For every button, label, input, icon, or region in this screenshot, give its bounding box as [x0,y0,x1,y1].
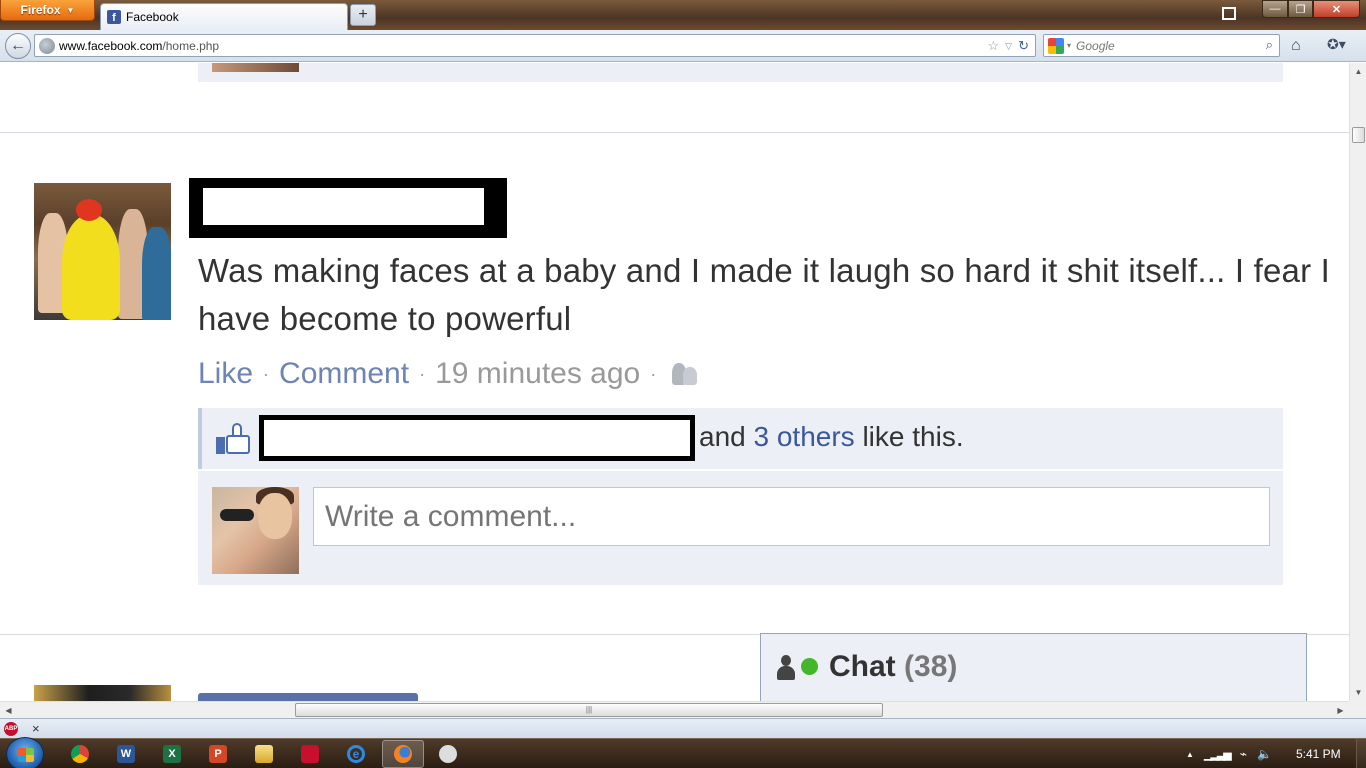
redacted-liker-name [259,415,695,461]
site-identity-globe-icon[interactable] [39,37,55,54]
tab-facebook[interactable]: f Facebook [100,3,348,30]
post-actions: Like · Comment · 19 minutes ago · [198,354,700,394]
comment-input[interactable] [313,487,1270,546]
addon-bar: ABP × [0,718,1366,738]
action-separator: · [650,363,657,384]
vertical-scrollbar[interactable]: ▲ ▼ [1349,63,1366,701]
action-separator: · [419,363,426,384]
next-post-author-name[interactable] [198,685,428,701]
chat-label: Chat (38) [829,650,957,684]
maximize-button[interactable]: ❐ [1288,0,1313,18]
comment-composer [198,471,1283,585]
comment-link[interactable]: Comment [279,357,409,391]
like-link[interactable]: Like [198,357,253,391]
close-icon[interactable]: × [32,721,40,736]
search-engine-icon[interactable] [1048,37,1064,54]
chevron-down-icon: ▼ [66,5,75,15]
tab-title: Facebook [126,10,179,24]
new-tab-button[interactable]: + [350,4,376,26]
navigation-toolbar: ← www.facebook.com /home.php ☆ ▽ ↻ ▾ Goo… [0,30,1366,62]
chat-sidebar-tab[interactable]: Chat (38) [760,633,1307,701]
tray-expand-icon[interactable]: ▲ [1186,750,1194,759]
previous-comment-avatar[interactable] [212,63,299,72]
minimize-button[interactable]: — [1262,0,1288,18]
photo-person [142,227,171,320]
adblock-plus-icon[interactable]: ABP [4,721,18,736]
volume-icon[interactable]: 🔈 [1257,747,1272,761]
screen: Firefox ▼ f Facebook + — ❐ ✕ ← www.faceb… [0,0,1366,768]
adobe-reader-icon[interactable] [298,743,322,765]
close-button[interactable]: ✕ [1313,0,1360,18]
post-message: Was making faces at a baby and I made it… [198,252,1331,337]
network-signal-icon[interactable]: ▁▂▃▅ [1204,748,1232,761]
scroll-down-icon[interactable]: ▼ [1350,684,1366,701]
likes-and: and [699,421,746,452]
viewer-avatar[interactable] [212,487,299,574]
taskbar-clock[interactable]: 5:41 PM [1296,747,1341,761]
url-path: /home.php [162,38,220,53]
start-button[interactable] [6,737,44,768]
previous-post-comment-area [198,63,1283,82]
post-author-avatar[interactable] [34,183,171,320]
search-bar[interactable]: ▾ Google ⌕ [1043,34,1280,57]
action-separator: · [263,363,270,384]
chat-person-icon [777,655,795,680]
horizontal-scroll-thumb[interactable]: ||| [295,703,883,717]
photo-chicken-comb [76,199,102,221]
likes-suffix: like this. [862,421,964,452]
photo-face [258,493,292,539]
likes-summary: and 3 others like this. [198,408,1283,469]
firefox-titlebar: Firefox ▼ f Facebook + — ❐ ✕ [0,0,1366,30]
story-divider [0,132,1349,133]
history-dropdown-icon[interactable]: ▽ [1005,38,1012,54]
reload-icon[interactable]: ↻ [1018,38,1029,54]
thumbs-up-icon [216,423,250,455]
windows-taskbar: W X P e ▲ ▁▂▃▅ ⌁ 🔈 5:41 PM [0,737,1366,768]
bookmarks-menu-icon[interactable]: ✪▾ [1327,36,1346,53]
post-timestamp[interactable]: 19 minutes ago [435,357,640,391]
vertical-scroll-thumb[interactable] [1352,127,1365,143]
chat-title: Chat [829,650,896,683]
power-plug-icon[interactable]: ⌁ [1240,747,1247,761]
firefox-menu-label: Firefox [20,3,61,17]
url-bar-actions: ☆ ▽ ↻ [988,38,1029,54]
scroll-up-icon[interactable]: ▲ [1350,63,1366,80]
search-engine-dropdown-icon[interactable]: ▾ [1067,41,1071,50]
url-bar[interactable]: www.facebook.com /home.php ☆ ▽ ↻ [34,34,1036,57]
back-arrow-icon[interactable]: ← [5,33,31,59]
tab-list-icon[interactable] [1222,7,1236,20]
magnifier-icon[interactable]: ⌕ [1266,37,1273,53]
page-viewport: Was making faces at a baby and I made it… [0,63,1349,701]
excel-icon[interactable]: X [160,743,184,765]
home-icon[interactable]: ⌂ [1291,37,1301,55]
system-tray: ▲ ▁▂▃▅ ⌁ 🔈 5:41 PM [1186,739,1361,768]
word-icon[interactable]: W [114,743,138,765]
redacted-author-name [189,178,507,238]
online-dot-icon [801,658,818,675]
chat-online-count: (38) [904,650,958,683]
scrollbar-corner [1349,701,1366,718]
firefox-taskbar-icon[interactable] [382,740,424,768]
file-explorer-icon[interactable] [252,743,276,765]
url-host: www.facebook.com [59,38,163,53]
powerpoint-icon[interactable]: P [206,743,230,765]
facebook-favicon-icon: f [107,10,121,24]
photo-chicken-costume [62,215,120,320]
others-link[interactable]: 3 others [754,421,855,452]
next-post-avatar[interactable] [34,685,171,701]
photo-sunglasses [220,509,254,521]
scroll-left-icon[interactable]: ◀ [0,702,17,719]
firefox-menu-button[interactable]: Firefox ▼ [0,0,95,21]
scroll-right-icon[interactable]: ▶ [1332,702,1349,719]
friends-audience-icon[interactable] [670,361,700,387]
steam-icon[interactable] [436,743,460,765]
search-placeholder: Google [1076,38,1115,53]
likes-text: and 3 others like this. [699,421,964,453]
internet-explorer-icon[interactable]: e [344,743,368,765]
bookmark-star-icon[interactable]: ☆ [988,38,1000,54]
horizontal-scrollbar[interactable]: ◀ ||| ▶ [0,701,1349,718]
show-desktop-button[interactable] [1356,739,1366,768]
chrome-icon[interactable] [68,743,92,765]
windows-logo-icon [18,748,34,762]
